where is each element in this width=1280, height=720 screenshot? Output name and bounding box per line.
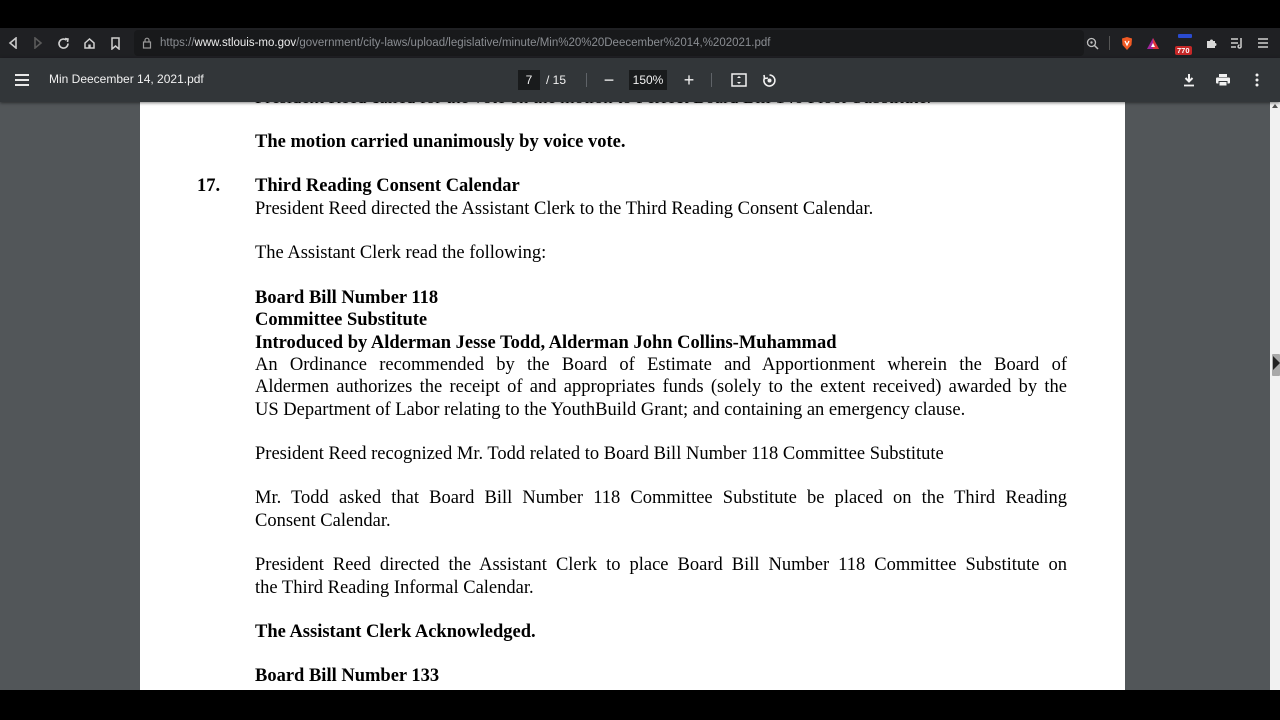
- pdf-right-controls: [1178, 69, 1268, 91]
- bill-118-description-line: An Ordinance recommended by the Board of…: [255, 355, 1067, 375]
- brave-shield-icon: [1122, 36, 1132, 50]
- download-button[interactable]: [1178, 69, 1200, 91]
- bill-118-description-line: Aldermen authorizes the receipt of and a…: [255, 377, 1067, 397]
- section-title: Third Reading Consent Calendar: [255, 176, 520, 196]
- bookmark-icon: [110, 36, 120, 50]
- pdf-viewer-area[interactable]: President Reed called for the vote on th…: [0, 102, 1280, 690]
- download-icon: [1184, 74, 1194, 87]
- clerk-acknowledged-text: The Assistant Clerk Acknowledged.: [255, 622, 536, 642]
- bookmark-button[interactable]: [102, 30, 128, 56]
- cut-off-line: President Reed called for the vote on th…: [255, 102, 931, 109]
- page-number-input[interactable]: 7: [518, 70, 540, 90]
- mouse-cursor-icon: [1273, 356, 1280, 370]
- print-button[interactable]: [1212, 69, 1234, 91]
- zoom-in-button[interactable]: +: [681, 70, 697, 90]
- brave-rewards-icon: [1147, 37, 1159, 49]
- playlist-button[interactable]: [1224, 30, 1250, 56]
- bill-118-number: Board Bill Number 118: [255, 288, 439, 308]
- menu-icon-bar: [15, 84, 29, 86]
- bill-118-substitute: Committee Substitute: [255, 310, 428, 330]
- browser-menu-button[interactable]: [1250, 30, 1276, 56]
- zoom-level-input[interactable]: 150%: [629, 70, 668, 90]
- scroll-up-arrow-icon[interactable]: [1272, 104, 1278, 108]
- motion-carried-text: The motion carried unanimously by voice …: [255, 132, 626, 152]
- page-zoom-button[interactable]: [1079, 30, 1105, 56]
- rotate-button[interactable]: [758, 69, 780, 91]
- page-total: / 15: [546, 73, 567, 87]
- playlist-icon: [1231, 38, 1242, 49]
- back-button[interactable]: [0, 30, 26, 56]
- brave-shields-button[interactable]: [1114, 30, 1140, 56]
- print-icon: [1216, 74, 1230, 87]
- reed-directed-line: the Third Reading Informal Calendar.: [255, 578, 534, 598]
- todd-asked-line: Consent Calendar.: [255, 511, 391, 531]
- toolbar-divider: [586, 73, 588, 87]
- back-arrow-icon: [8, 37, 17, 49]
- todd-asked-line: Mr. Todd asked that Board Bill Number 11…: [255, 488, 1067, 508]
- browser-toolbar: https://www.stlouis-mo.gov/government/ci…: [0, 28, 1280, 58]
- hamburger-menu-icon: [1258, 38, 1268, 48]
- bill-118-description-line: US Department of Labor relating to the Y…: [255, 400, 966, 420]
- extension-badge-button[interactable]: 770: [1172, 30, 1198, 56]
- url-path: /government/city-laws/upload/legislative…: [296, 37, 771, 49]
- browser-right-tools: 770: [1079, 28, 1280, 58]
- recognized-text: President Reed recognized Mr. Todd relat…: [255, 444, 944, 464]
- pdf-viewer-toolbar: Min Deecember 14, 2021.pdf 7 / 15 − 150%…: [0, 58, 1280, 102]
- pdf-center-controls: 7 / 15 − 150% +: [518, 69, 788, 91]
- fit-page-icon: [731, 73, 747, 87]
- screen-bottom-bezel: [0, 690, 1280, 720]
- rotate-icon: [762, 73, 776, 87]
- reload-icon: [57, 37, 69, 49]
- reed-directed-line: President Reed directed the Assistant Cl…: [255, 555, 1067, 575]
- bill-133-number: Board Bill Number 133: [255, 666, 440, 686]
- zoom-out-button[interactable]: −: [601, 70, 617, 90]
- vertical-scrollbar[interactable]: [1270, 102, 1280, 690]
- more-actions-button[interactable]: [1246, 69, 1268, 91]
- bill-118-introduced-by: Introduced by Alderman Jesse Todd, Alder…: [255, 333, 837, 353]
- toolbar-separator: [1109, 36, 1110, 50]
- lock-icon: [142, 37, 152, 49]
- section-number: 17.: [197, 176, 221, 196]
- extensions-puzzle-icon: [1206, 39, 1216, 48]
- reload-button[interactable]: [50, 30, 76, 56]
- url-scheme: https://: [160, 37, 195, 49]
- zoom-icon: [1086, 37, 1099, 50]
- home-button[interactable]: [76, 30, 102, 56]
- screen-top-bezel: [0, 0, 1280, 28]
- extension-badge-count: 770: [1175, 46, 1192, 55]
- brave-rewards-button[interactable]: [1140, 30, 1166, 56]
- url-host: www.stlouis-mo.gov: [194, 37, 297, 49]
- forward-arrow-icon: [34, 37, 43, 49]
- extension-badge-icon: [1178, 34, 1192, 38]
- clerk-read-text: The Assistant Clerk read the following:: [255, 243, 547, 263]
- section-intro: President Reed directed the Assistant Cl…: [255, 199, 874, 219]
- pdf-page: President Reed called for the vote on th…: [140, 102, 1125, 690]
- extensions-button[interactable]: [1198, 30, 1224, 56]
- pdf-document-title: Min Deecember 14, 2021.pdf: [49, 72, 204, 86]
- menu-icon-bar: [15, 79, 29, 81]
- home-icon: [83, 37, 95, 49]
- fit-to-page-button[interactable]: [728, 69, 750, 91]
- menu-icon-bar: [15, 74, 29, 76]
- pdf-sidebar-menu-button[interactable]: [12, 70, 32, 90]
- more-vertical-icon: [1255, 73, 1259, 87]
- address-bar[interactable]: https://www.stlouis-mo.gov/government/ci…: [134, 30, 1084, 56]
- forward-button[interactable]: [25, 30, 51, 56]
- toolbar-divider: [711, 73, 713, 87]
